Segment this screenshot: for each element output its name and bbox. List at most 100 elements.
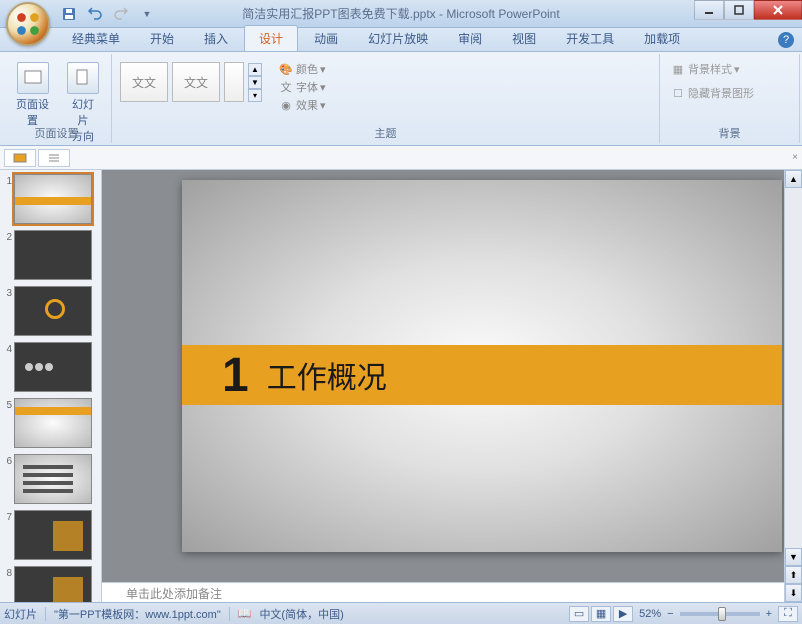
thumbnail-item: 5 — [2, 398, 99, 448]
redo-button[interactable] — [110, 3, 132, 25]
thumbnail-item: 4 — [2, 342, 99, 392]
hide-background-checkbox[interactable]: ☐隐藏背景图形 — [666, 84, 758, 102]
title-bar: ▼ 简洁实用汇报PPT图表免费下载.pptx - Microsoft Power… — [0, 0, 802, 28]
effects-icon: ◉ — [278, 97, 294, 113]
page-setup-button[interactable]: 页面设置 — [8, 60, 57, 130]
main-area: 123456789 1 工作概况 ▲ ▼ ⬆ ⬇ 单击此处添加备注 — [0, 170, 802, 602]
page-setup-label: 页面设置 — [14, 96, 51, 128]
tab-插入[interactable]: 插入 — [190, 26, 242, 51]
vertical-scrollbar[interactable]: ▲ ▼ ⬆ ⬇ — [784, 170, 802, 602]
thumbnail-slide-6[interactable] — [14, 454, 92, 504]
maximize-button[interactable] — [724, 0, 754, 20]
group-label-background: 背景 — [660, 125, 799, 141]
slide-section-number: 1 — [222, 348, 249, 403]
gallery-more-button[interactable]: ▾ — [248, 89, 262, 102]
ribbon: 页面设置 幻灯片 方向 页面设置 文文 文文 ▲ ▼ ▾ 🎨颜色 ▾ — [0, 52, 802, 146]
background-styles-button[interactable]: ▦背景样式 ▾ — [666, 60, 744, 78]
thumbnail-number: 6 — [2, 454, 12, 467]
bg-style-icon: ▦ — [670, 61, 686, 77]
thumbnail-pane: 123456789 — [0, 170, 102, 602]
thumbnail-slide-3[interactable] — [14, 286, 92, 336]
sorter-view-button[interactable]: ▦ — [591, 606, 611, 622]
tab-加载项[interactable]: 加载项 — [630, 26, 694, 51]
slide-editor: 1 工作概况 ▲ ▼ ⬆ ⬇ 单击此处添加备注 — [102, 170, 802, 602]
tab-设计[interactable]: 设计 — [244, 25, 298, 51]
zoom-slider-thumb[interactable] — [718, 607, 726, 621]
ribbon-group-background: ▦背景样式 ▾ ☐隐藏背景图形 背景 — [660, 54, 800, 143]
page-setup-icon — [17, 62, 49, 94]
zoom-in-button[interactable]: + — [766, 608, 772, 620]
thumbnail-slide-1[interactable] — [14, 174, 92, 224]
notes-pane[interactable]: 单击此处添加备注 — [102, 582, 784, 602]
slide-section-title: 工作概况 — [267, 353, 387, 397]
status-template: "第一PPT模板网：www.1ppt.com" — [54, 606, 221, 622]
gallery-up-button[interactable]: ▲ — [248, 63, 262, 76]
thumbnail-item: 3 — [2, 286, 99, 336]
close-pane-button[interactable]: × — [792, 152, 798, 163]
ribbon-tabs: 经典菜单开始插入设计动画幻灯片放映审阅视图开发工具加载项? — [0, 28, 802, 52]
slides-tab[interactable] — [4, 149, 36, 167]
zoom-level[interactable]: 52% — [639, 608, 661, 620]
zoom-out-button[interactable]: − — [667, 608, 673, 620]
tab-经典菜单[interactable]: 经典菜单 — [58, 26, 134, 51]
theme-colors-button[interactable]: 🎨颜色 ▾ — [274, 60, 330, 78]
tab-审阅[interactable]: 审阅 — [444, 26, 496, 51]
normal-view-button[interactable]: ▭ — [569, 606, 589, 622]
group-label-page-setup: 页面设置 — [2, 125, 111, 141]
status-bar: 幻灯片 "第一PPT模板网：www.1ppt.com" 📖 中文(简体，中国) … — [0, 602, 802, 624]
gallery-down-button[interactable]: ▼ — [248, 76, 262, 89]
ribbon-group-page-setup: 页面设置 幻灯片 方向 页面设置 — [2, 54, 112, 143]
theme-option-1[interactable]: 文文 — [120, 62, 168, 102]
thumbnail-slide-8[interactable] — [14, 566, 92, 602]
fit-window-button[interactable]: ⛶ — [778, 606, 798, 622]
zoom-slider[interactable] — [680, 612, 760, 616]
save-button[interactable] — [58, 3, 80, 25]
slide-title-band: 1 工作概况 — [182, 345, 782, 405]
thumbnail-slide-4[interactable] — [14, 342, 92, 392]
window-controls — [694, 0, 802, 20]
thumbnail-number: 8 — [2, 566, 12, 579]
thumbnail-item: 6 — [2, 454, 99, 504]
qat-customize[interactable]: ▼ — [136, 3, 158, 25]
thumbnail-number: 1 — [2, 174, 12, 187]
tab-视图[interactable]: 视图 — [498, 26, 550, 51]
thumbnail-item: 7 — [2, 510, 99, 560]
tab-幻灯片放映[interactable]: 幻灯片放映 — [354, 26, 442, 51]
thumbnail-slide-7[interactable] — [14, 510, 92, 560]
help-button[interactable]: ? — [778, 32, 794, 48]
orientation-icon — [67, 62, 99, 94]
thumbnail-number: 5 — [2, 398, 12, 411]
status-mode: 幻灯片 — [4, 606, 37, 622]
spellcheck-icon[interactable]: 📖 — [238, 607, 252, 620]
theme-effects-button[interactable]: ◉效果 ▾ — [274, 96, 330, 114]
office-button[interactable] — [6, 2, 50, 46]
thumbnail-slide-2[interactable] — [14, 230, 92, 280]
thumbnail-item: 2 — [2, 230, 99, 280]
tab-动画[interactable]: 动画 — [300, 26, 352, 51]
theme-option-2[interactable]: 文文 — [172, 62, 220, 102]
theme-fonts-button[interactable]: 文字体 ▾ — [274, 78, 330, 96]
thumbnail-number: 3 — [2, 286, 12, 299]
thumbnail-item: 1 — [2, 174, 99, 224]
prev-slide-button[interactable]: ⬆ — [785, 566, 802, 584]
tab-开始[interactable]: 开始 — [136, 26, 188, 51]
thumbnail-slide-5[interactable] — [14, 398, 92, 448]
group-label-themes: 主题 — [112, 125, 659, 141]
scroll-up-button[interactable]: ▲ — [785, 170, 802, 188]
theme-option-3[interactable] — [224, 62, 244, 102]
checkbox-icon: ☐ — [670, 85, 686, 101]
minimize-button[interactable] — [694, 0, 724, 20]
slideshow-view-button[interactable]: ▶ — [613, 606, 633, 622]
colors-icon: 🎨 — [278, 61, 294, 77]
close-button[interactable] — [754, 0, 802, 20]
current-slide[interactable]: 1 工作概况 — [182, 180, 782, 552]
ribbon-group-themes: 文文 文文 ▲ ▼ ▾ 🎨颜色 ▾ 文字体 ▾ ◉效果 ▾ 主题 — [112, 54, 660, 143]
thumbnail-number: 7 — [2, 510, 12, 523]
next-slide-button[interactable]: ⬇ — [785, 584, 802, 602]
undo-button[interactable] — [84, 3, 106, 25]
tab-开发工具[interactable]: 开发工具 — [552, 26, 628, 51]
outline-tab[interactable] — [38, 149, 70, 167]
thumbnail-item: 8 — [2, 566, 99, 602]
scroll-down-button[interactable]: ▼ — [785, 548, 802, 566]
status-language[interactable]: 中文(简体，中国) — [259, 606, 343, 622]
